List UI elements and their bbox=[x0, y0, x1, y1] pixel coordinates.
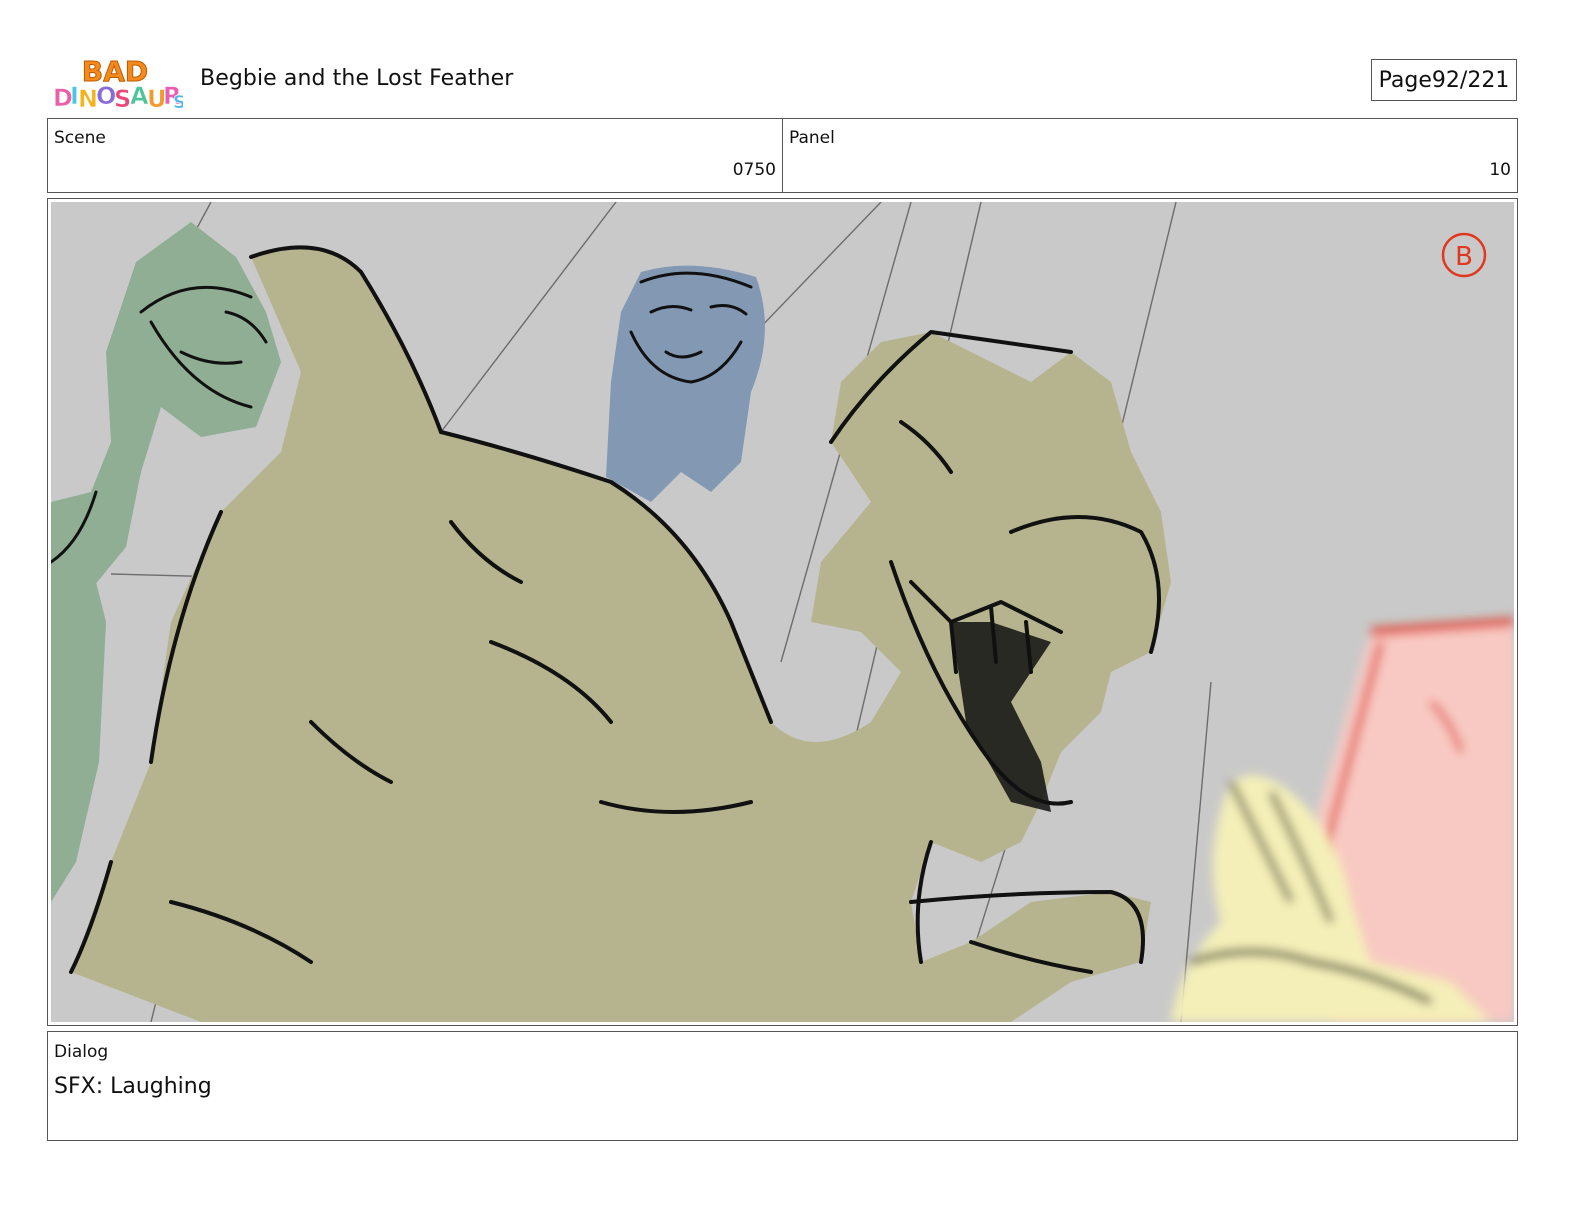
page-label: Page bbox=[1378, 67, 1432, 93]
panel-cell: Panel 10 bbox=[782, 119, 1517, 192]
svg-text:B: B bbox=[1455, 242, 1473, 272]
panel-label: Panel bbox=[789, 128, 835, 148]
page-indicator: Page 92/221 bbox=[1371, 59, 1517, 101]
scene-value: 0750 bbox=[732, 160, 776, 180]
bad-dinosaurs-logo: BAD D I N O S A U R S bbox=[53, 55, 183, 113]
scene-panel-row: Scene 0750 Panel 10 bbox=[47, 118, 1518, 193]
panel-value: 10 bbox=[1489, 160, 1511, 180]
svg-text:S: S bbox=[173, 92, 183, 112]
page-number: 92/221 bbox=[1431, 67, 1510, 93]
panel-frame: B bbox=[47, 198, 1518, 1026]
dialog-box: Dialog SFX: Laughing bbox=[47, 1031, 1518, 1141]
scene-label: Scene bbox=[54, 128, 106, 148]
storyboard-panel-image: B bbox=[51, 202, 1514, 1022]
svg-text:S: S bbox=[114, 85, 131, 112]
dialog-text: SFX: Laughing bbox=[54, 1074, 212, 1099]
dialog-label: Dialog bbox=[54, 1042, 109, 1062]
scene-cell: Scene 0750 bbox=[48, 119, 782, 192]
storyboard-title: Begbie and the Lost Feather bbox=[200, 66, 514, 91]
